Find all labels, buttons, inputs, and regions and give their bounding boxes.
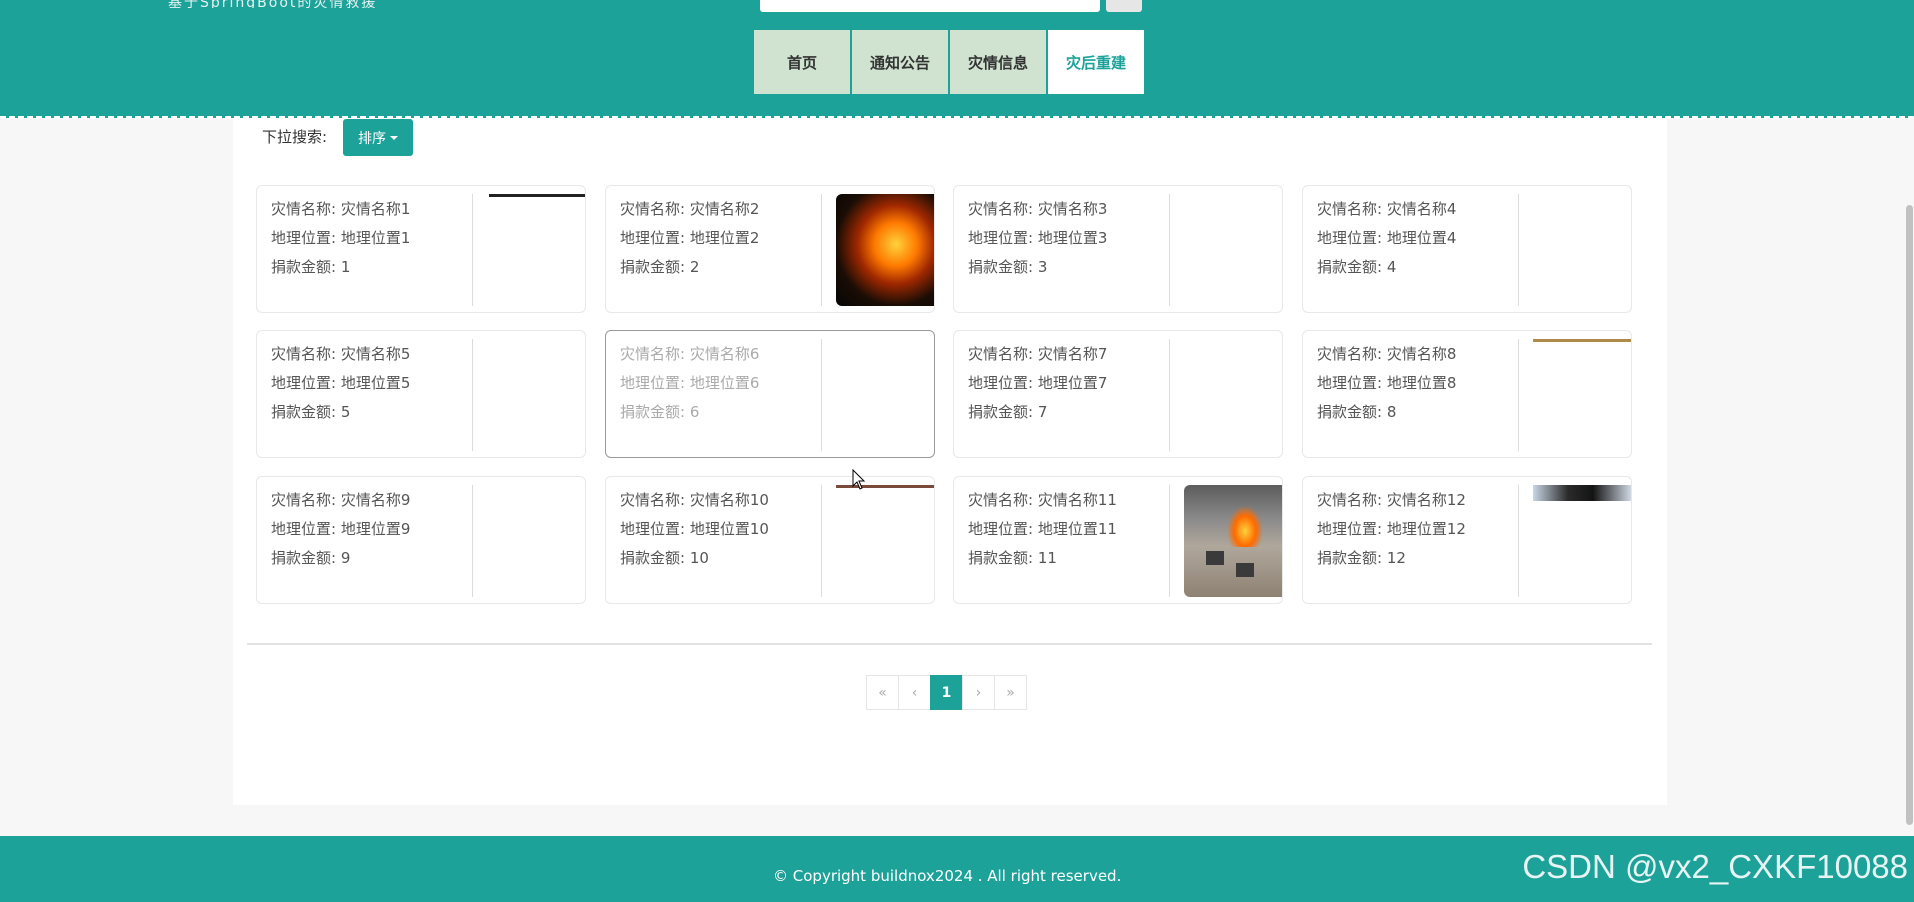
disaster-card[interactable]: 灾情名称: 灾情名称4 地理位置: 地理位置4 捐款金额: 4 (1302, 185, 1632, 313)
card-divider (821, 339, 822, 451)
card-location: 地理位置: 地理位置7 (968, 374, 1108, 392)
card-donation: 捐款金额: 9 (271, 549, 351, 567)
card-image (1184, 485, 1282, 597)
main-nav: 首页 通知公告 灾情信息 灾后重建 (754, 30, 1146, 94)
dropdown-search-label: 下拉搜索: (262, 128, 328, 146)
card-location: 地理位置: 地理位置12 (1317, 520, 1466, 538)
header-search-input[interactable] (760, 0, 1100, 12)
card-divider (472, 194, 473, 306)
card-disaster-name: 灾情名称: 灾情名称10 (620, 491, 769, 509)
card-divider (1518, 339, 1519, 451)
sort-dropdown-button[interactable]: 排序 (343, 119, 413, 156)
window-shape (1206, 551, 1224, 565)
card-disaster-name: 灾情名称: 灾情名称3 (968, 200, 1108, 218)
card-divider (1518, 194, 1519, 306)
card-disaster-name: 灾情名称: 灾情名称12 (1317, 491, 1466, 509)
nav-home[interactable]: 首页 (754, 30, 850, 94)
card-donation: 捐款金额: 3 (968, 258, 1048, 276)
card-location: 地理位置: 地理位置9 (271, 520, 411, 538)
card-disaster-name: 灾情名称: 灾情名称1 (271, 200, 411, 218)
mouse-cursor-icon (852, 469, 866, 490)
sort-button-label: 排序 (358, 130, 386, 147)
card-image (489, 194, 585, 197)
card-divider (472, 339, 473, 451)
disaster-card[interactable]: 灾情名称: 灾情名称3 地理位置: 地理位置3 捐款金额: 3 (953, 185, 1283, 313)
disaster-card[interactable]: 灾情名称: 灾情名称7 地理位置: 地理位置7 捐款金额: 7 (953, 330, 1283, 458)
card-donation: 捐款金额: 1 (271, 258, 351, 276)
disaster-card[interactable]: 灾情名称: 灾情名称1 地理位置: 地理位置1 捐款金额: 1 (256, 185, 586, 313)
nav-disaster-info[interactable]: 灾情信息 (950, 30, 1046, 94)
card-donation: 捐款金额: 5 (271, 403, 351, 421)
nav-notices[interactable]: 通知公告 (852, 30, 948, 94)
card-location: 地理位置: 地理位置6 (620, 374, 760, 392)
last-page-button[interactable]: » (994, 675, 1027, 710)
card-divider (1169, 485, 1170, 597)
card-donation: 捐款金额: 11 (968, 549, 1057, 567)
nav-reconstruction[interactable]: 灾后重建 (1048, 30, 1144, 94)
card-disaster-name: 灾情名称: 灾情名称7 (968, 345, 1108, 363)
card-disaster-name: 灾情名称: 灾情名称11 (968, 491, 1117, 509)
disaster-card[interactable]: 灾情名称: 灾情名称11 地理位置: 地理位置11 捐款金额: 11 (953, 476, 1283, 604)
card-divider (472, 485, 473, 597)
window-shape (1236, 563, 1254, 577)
pagination: « ‹ 1 › » (866, 675, 1027, 710)
site-title: 基于SpringBoot的灾情救援 (168, 0, 378, 8)
card-location: 地理位置: 地理位置1 (271, 229, 411, 247)
card-donation: 捐款金额: 12 (1317, 549, 1406, 567)
card-donation: 捐款金额: 8 (1317, 403, 1397, 421)
card-image (1533, 485, 1631, 501)
card-location: 地理位置: 地理位置5 (271, 374, 411, 392)
card-divider (821, 485, 822, 597)
page-1-button[interactable]: 1 (930, 675, 963, 710)
card-disaster-name: 灾情名称: 灾情名称5 (271, 345, 411, 363)
card-donation: 捐款金额: 4 (1317, 258, 1397, 276)
card-location: 地理位置: 地理位置4 (1317, 229, 1457, 247)
card-divider (1169, 339, 1170, 451)
disaster-card[interactable]: 灾情名称: 灾情名称10 地理位置: 地理位置10 捐款金额: 10 (605, 476, 935, 604)
section-divider (247, 643, 1652, 645)
disaster-card[interactable]: 灾情名称: 灾情名称2 地理位置: 地理位置2 捐款金额: 2 (605, 185, 935, 313)
disaster-card[interactable]: 灾情名称: 灾情名称9 地理位置: 地理位置9 捐款金额: 9 (256, 476, 586, 604)
card-location: 地理位置: 地理位置8 (1317, 374, 1457, 392)
card-divider (1518, 485, 1519, 597)
card-disaster-name: 灾情名称: 灾情名称8 (1317, 345, 1457, 363)
disaster-card[interactable]: 灾情名称: 灾情名称6 地理位置: 地理位置6 捐款金额: 6 (605, 330, 935, 458)
card-disaster-name: 灾情名称: 灾情名称9 (271, 491, 411, 509)
card-disaster-name: 灾情名称: 灾情名称4 (1317, 200, 1457, 218)
card-disaster-name: 灾情名称: 灾情名称2 (620, 200, 760, 218)
page-scrollbar[interactable] (1906, 205, 1913, 825)
caret-down-icon (390, 135, 398, 140)
next-page-button[interactable]: › (962, 675, 995, 710)
disaster-card[interactable]: 灾情名称: 灾情名称8 地理位置: 地理位置8 捐款金额: 8 (1302, 330, 1632, 458)
disaster-card[interactable]: 灾情名称: 灾情名称12 地理位置: 地理位置12 捐款金额: 12 (1302, 476, 1632, 604)
card-location: 地理位置: 地理位置11 (968, 520, 1117, 538)
disaster-card[interactable]: 灾情名称: 灾情名称5 地理位置: 地理位置5 捐款金额: 5 (256, 330, 586, 458)
card-disaster-name: 灾情名称: 灾情名称6 (620, 345, 760, 363)
card-divider (1169, 194, 1170, 306)
copyright-text: © Copyright buildnox2024 . All right res… (773, 867, 1122, 885)
watermark-text: CSDN @vx2_CXKF10088 (1522, 848, 1908, 885)
card-image (836, 194, 934, 306)
card-donation: 捐款金额: 7 (968, 403, 1048, 421)
flame-shape (1228, 507, 1262, 547)
card-divider (821, 194, 822, 306)
card-donation: 捐款金额: 10 (620, 549, 709, 567)
card-donation: 捐款金额: 6 (620, 403, 700, 421)
header-search-button[interactable] (1106, 0, 1142, 12)
card-image (836, 485, 934, 488)
prev-page-button[interactable]: ‹ (898, 675, 931, 710)
card-donation: 捐款金额: 2 (620, 258, 700, 276)
card-location: 地理位置: 地理位置3 (968, 229, 1108, 247)
card-location: 地理位置: 地理位置2 (620, 229, 760, 247)
card-image (1533, 339, 1631, 342)
first-page-button[interactable]: « (866, 675, 899, 710)
card-location: 地理位置: 地理位置10 (620, 520, 769, 538)
